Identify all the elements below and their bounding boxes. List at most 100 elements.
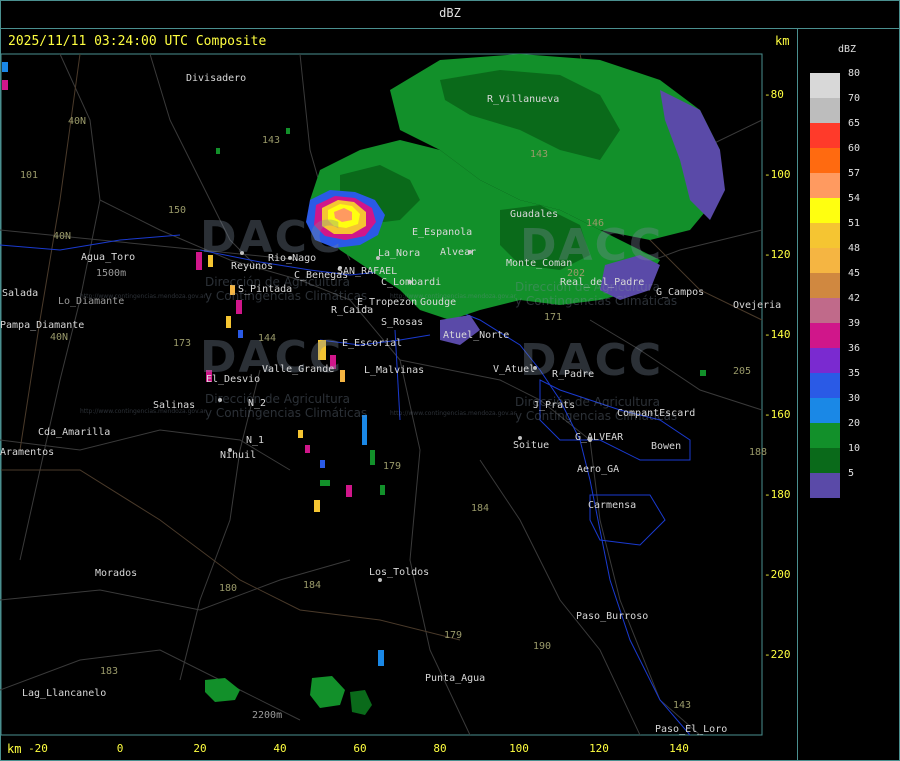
legend-label: 42 — [848, 293, 861, 304]
route-label: 143 — [262, 135, 281, 146]
legend-swatch — [810, 173, 840, 198]
place-label: SAN_RAFAEL — [337, 266, 398, 277]
route-label: 188 — [749, 447, 768, 458]
place-label: Valle_Grande — [262, 364, 335, 375]
km-axis-label-bottom: km — [7, 742, 22, 756]
place-label: S_Pintada — [238, 284, 293, 295]
place-label: Nihuil — [220, 450, 257, 461]
legend-label: 80 — [848, 68, 861, 79]
place-label: C_Lombardi — [381, 277, 442, 288]
legend-label: 5 — [848, 468, 855, 479]
place-label: E_Tropezon — [357, 297, 418, 308]
route-label: 184 — [303, 580, 322, 591]
x-tick: 0 — [116, 742, 124, 755]
place-label: Carmensa — [588, 500, 637, 511]
legend-swatch — [810, 373, 840, 398]
route-label: 173 — [173, 338, 192, 349]
y-tick: -80 — [764, 88, 784, 101]
y-tick: -140 — [764, 328, 791, 341]
legend-label: 54 — [848, 193, 861, 204]
place-label: Aero_GA — [577, 464, 620, 475]
legend-swatch — [810, 298, 840, 323]
place-label: El_Desvio — [206, 374, 261, 385]
x-tick: 20 — [193, 742, 207, 755]
place-label: Paso_Burroso — [576, 611, 649, 622]
route-label: 180 — [219, 583, 238, 594]
route-label: 143 — [530, 149, 549, 160]
place-label: Salada — [2, 288, 39, 299]
place-label: La_Nora — [378, 248, 421, 259]
x-tick: 40 — [273, 742, 287, 755]
place-label: Bowen — [651, 441, 682, 452]
x-tick: 140 — [669, 742, 689, 755]
legend-swatch — [810, 123, 840, 148]
route-label: 146 — [586, 218, 605, 229]
place-label: E_Espanola — [412, 227, 473, 238]
legend-label: 36 — [848, 343, 861, 354]
route-label: 184 — [471, 503, 490, 514]
place-label: Morados — [95, 568, 138, 579]
watermark-line1: Dirección de Agricultura — [205, 392, 350, 406]
place-label: V_Atuel — [493, 364, 536, 375]
legend-label: 10 — [848, 443, 861, 454]
x-tick: 100 — [509, 742, 529, 755]
y-tick: -100 — [764, 168, 791, 181]
x-tick: -20 — [28, 742, 48, 755]
place-label: Divisadero — [186, 73, 247, 84]
place-label: Ovejeria — [733, 300, 782, 311]
legend-swatch — [810, 223, 840, 248]
x-tick: 80 — [433, 742, 447, 755]
place-label: Atuel_Norte — [443, 330, 510, 341]
legend-swatch — [810, 73, 840, 98]
place-label: Monte_Coman — [506, 258, 573, 269]
watermark-url: http://www.contingencias.mendoza.gov.ar — [390, 410, 517, 417]
elevation-label: 2200m — [252, 710, 283, 721]
place-label: Lag_Llancanelo — [22, 688, 107, 699]
legend-label: 20 — [848, 418, 861, 429]
legend-title: dBZ — [838, 44, 857, 55]
route-label: 40N — [68, 116, 87, 127]
route-label: 144 — [258, 333, 277, 344]
route-label: 183 — [100, 666, 119, 677]
place-label: N_2 — [248, 398, 267, 409]
route-label: 190 — [533, 641, 552, 652]
legend-label: 30 — [848, 393, 861, 404]
legend-swatch — [810, 273, 840, 298]
x-tick: 120 — [589, 742, 609, 755]
place-label: Goudge — [420, 297, 457, 308]
legend-swatch — [810, 473, 840, 498]
legend-label: 57 — [848, 168, 861, 179]
place-label: N_1 — [246, 435, 265, 446]
legend-label: 45 — [848, 268, 861, 279]
y-tick: -220 — [764, 648, 791, 661]
route-label: 150 — [168, 205, 187, 216]
legend-swatch — [810, 398, 840, 423]
place-label: S_Rosas — [381, 317, 424, 328]
place-label: Punta_Agua — [425, 673, 486, 684]
place-label: Paso_El_Loro — [655, 724, 728, 735]
legend-label: 70 — [848, 93, 861, 104]
legend-swatch — [810, 248, 840, 273]
legend-swatch — [810, 348, 840, 373]
legend-swatch — [810, 423, 840, 448]
watermark-line2: y Contingencias Climáticas — [205, 406, 368, 420]
radar-map[interactable] — [0, 0, 900, 761]
place-label: G_ALVEAR — [575, 432, 624, 443]
y-tick: -160 — [764, 408, 791, 421]
watermark-line2: y Contingencias Climáticas — [515, 294, 678, 308]
route-label: 171 — [544, 312, 563, 323]
legend-label: 65 — [848, 118, 861, 129]
place-label: Guadales — [510, 209, 559, 220]
place-label: Alvear — [440, 247, 477, 258]
timestamp: 2025/11/11 03:24:00 UTC Composite — [8, 34, 267, 49]
route-label: 179 — [444, 630, 463, 641]
place-label: CompantEscard — [617, 408, 696, 419]
route-label: 101 — [20, 170, 39, 181]
place-label: Los_Toldos — [369, 567, 430, 578]
route-label: 143 — [673, 700, 692, 711]
place-label: R_Villanueva — [487, 94, 560, 105]
route-label: 179 — [383, 461, 402, 472]
place-label: E_Escorial — [342, 338, 403, 349]
place-label: Salinas — [153, 400, 196, 411]
place-label: Rio_Nago — [268, 253, 317, 264]
